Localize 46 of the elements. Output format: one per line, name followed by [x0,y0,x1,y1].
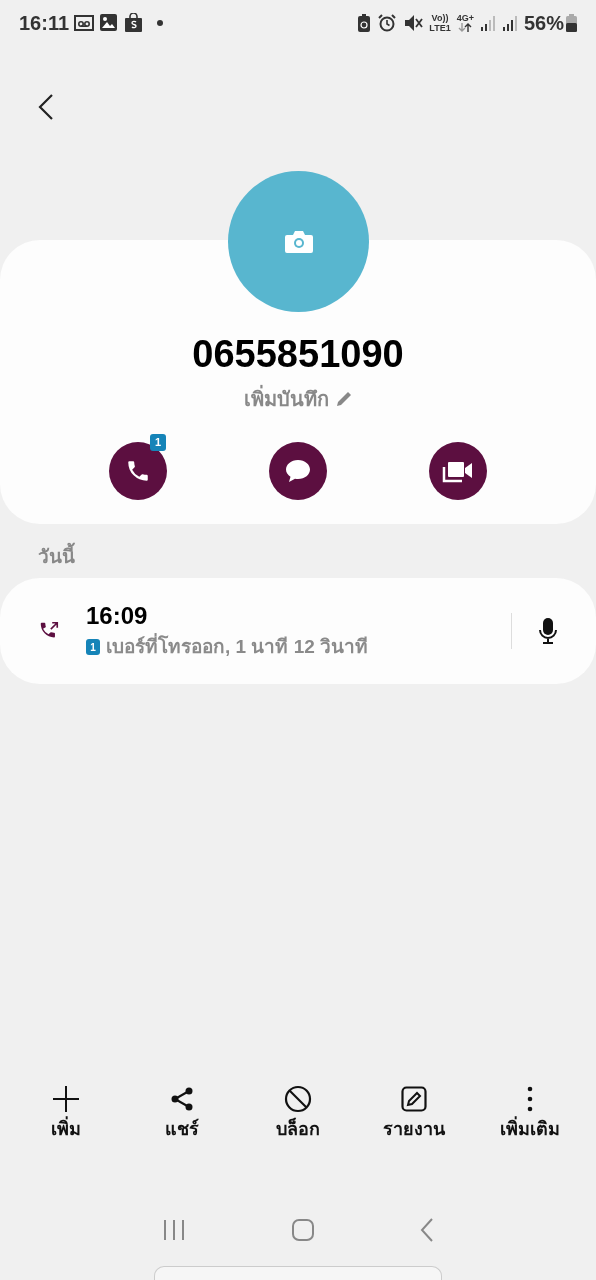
video-camera-icon [442,459,474,483]
microphone-icon [538,617,558,645]
chat-bubble-icon [284,458,312,484]
recording-mic-button[interactable] [538,617,558,645]
alarm-icon [378,13,397,32]
add-button[interactable]: เพิ่ม [11,1084,121,1142]
volte-label: Vo)) [431,12,449,23]
battery-saver-icon [358,13,371,32]
mute-icon [404,13,425,32]
more-button[interactable]: เพิ่มเติม [475,1084,585,1142]
lte-label: LTE1 [429,22,451,33]
signal-icon [480,14,496,31]
status-time: 16:11 [19,10,70,36]
call-time: 16:09 [86,600,149,631]
call-detail: เบอร์ที่โทรออก, 1 นาที 12 วินาที [106,632,369,659]
recent-apps-icon [162,1219,187,1241]
pencil-icon [334,390,353,408]
phone-number: 0655851090 [192,332,404,376]
more-icon [526,1086,534,1112]
message-button[interactable] [269,442,327,500]
camera-icon [283,229,314,254]
block-button[interactable]: บล็อก [243,1084,353,1142]
network-type-label: 4G+ [456,13,474,23]
share-button[interactable]: แชร์ [127,1084,237,1142]
video-call-button[interactable] [429,442,487,500]
nav-back-button[interactable] [419,1218,434,1242]
sim-badge: 1 [150,434,166,451]
edit-box-icon [401,1086,427,1112]
recent-apps-button[interactable] [162,1219,187,1241]
section-heading: วันนี้ [38,544,596,570]
sim-badge: 1 [86,639,100,655]
report-button[interactable]: รายงาน [359,1084,469,1142]
signal-icon [502,14,518,31]
home-button[interactable] [291,1218,315,1242]
plus-icon [52,1085,80,1113]
call-log-entry[interactable]: 16:09 1 เบอร์ที่โทรออก, 1 นาที 12 วินาที [0,578,596,684]
share-icon [169,1086,195,1112]
shopping-bag-icon [125,13,143,32]
voicemail-icon [74,14,95,31]
battery-percent: 56% [523,10,564,36]
gallery-icon [100,14,118,31]
home-icon [291,1218,315,1242]
block-icon [284,1085,312,1113]
data-arrows-icon [458,23,473,32]
battery-icon [566,13,577,32]
phone-icon [125,458,151,484]
